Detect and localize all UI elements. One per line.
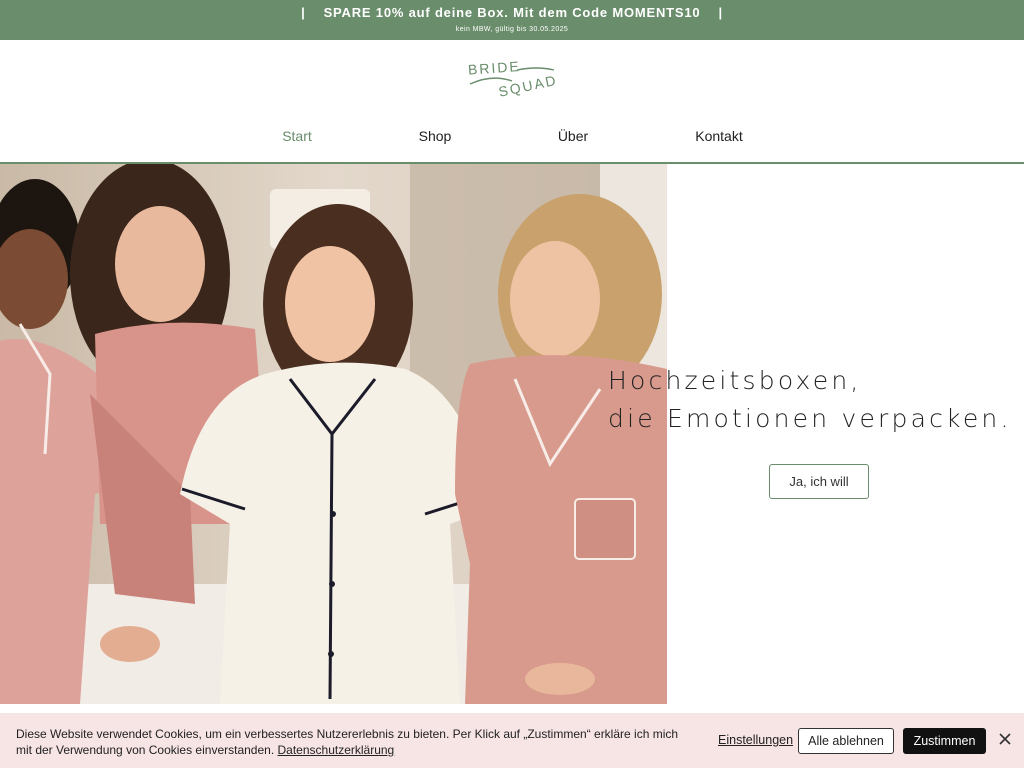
hero-headline: Hochzeitsboxen, die Emotionen verpacken. (608, 362, 1012, 438)
cta-button[interactable]: Ja, ich will (769, 464, 869, 499)
cookie-message: Diese Website verwendet Cookies, um ein … (16, 726, 696, 758)
bridesmaids-photo (0, 164, 667, 704)
announcement-main: | SPARE 10% auf deine Box. Mit dem Code … (0, 5, 1024, 20)
logo-line2: SQUAD (497, 72, 559, 98)
cookie-banner: Diese Website verwendet Cookies, um ein … (0, 713, 1024, 768)
accept-button[interactable]: Zustimmen (903, 728, 986, 754)
cookie-settings-link[interactable]: Einstellungen (718, 733, 793, 747)
nav-item-start[interactable]: Start (228, 128, 366, 144)
announcement-text: SPARE 10% auf deine Box. Mit dem Code MO… (323, 5, 701, 20)
hero-headline-line2: die Emotionen verpacken. (608, 404, 1012, 433)
nav-item-kontakt[interactable]: Kontakt (650, 128, 788, 144)
main-nav: Start Shop Über Kontakt (0, 128, 1024, 152)
announcement-bar: | SPARE 10% auf deine Box. Mit dem Code … (0, 0, 1024, 40)
hero-headline-line1: Hochzeitsboxen, (608, 366, 862, 395)
bride-squad-logo[interactable]: BRIDE SQUAD (462, 54, 562, 100)
decline-all-button[interactable]: Alle ablehnen (798, 728, 894, 754)
close-icon[interactable] (996, 730, 1014, 748)
announcement-subtext: kein MBW, gültig bis 30.05.2025 (455, 26, 569, 33)
logo-line1: BRIDE (467, 58, 521, 78)
nav-item-shop[interactable]: Shop (366, 128, 504, 144)
hero-photo-illustration (0, 164, 667, 704)
nav-item-ueber[interactable]: Über (504, 128, 642, 144)
privacy-link[interactable]: Datenschutzerklärung (278, 743, 395, 757)
logo-graphic: BRIDE SQUAD (467, 58, 559, 100)
announcement-separator-right: | (718, 5, 723, 20)
announcement-separator-left: | (301, 5, 306, 20)
